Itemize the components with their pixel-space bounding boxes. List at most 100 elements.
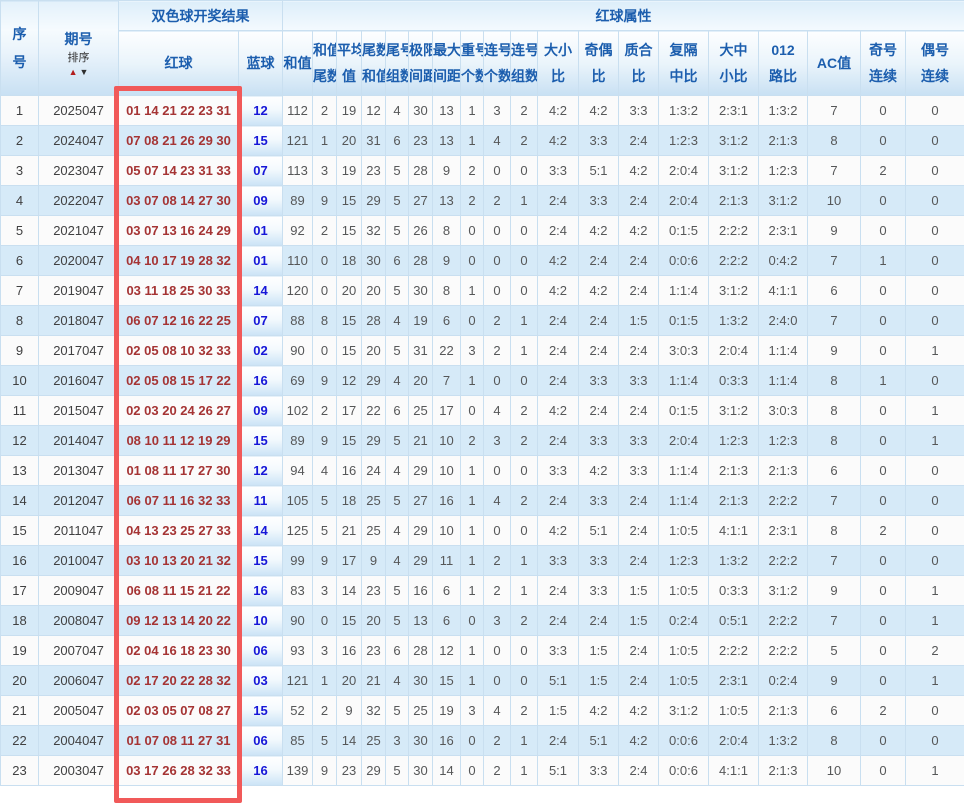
table-row: 2 2024047 07 08 21 26 29 30 15 121 1 20 31 6 23 13… bbox=[0, 125, 964, 156]
attr-cell: 4 bbox=[483, 695, 511, 726]
attr-cell: 27 bbox=[408, 185, 433, 216]
attr-cell: 6 bbox=[432, 575, 461, 606]
attr-cell: 9 bbox=[312, 425, 337, 456]
attr-cell: 6 bbox=[432, 605, 461, 636]
attr-cell: 94 bbox=[282, 455, 313, 486]
attr-column-header: AC值 bbox=[807, 30, 861, 96]
attr-cell: 2:4 bbox=[618, 755, 659, 786]
attr-cell: 1:2:3 bbox=[708, 425, 759, 456]
attr-cell: 3:1:2 bbox=[658, 695, 709, 726]
table-row: 18 2008047 09 12 13 14 20 22 10 90 0 15 20 5 13 6 0… bbox=[0, 605, 964, 636]
attr-cell: 0 bbox=[460, 245, 484, 276]
blue-ball-cell: 09 bbox=[238, 395, 283, 426]
attr-cell: 89 bbox=[282, 425, 313, 456]
attr-cell: 25 bbox=[408, 695, 433, 726]
table-row: 14 2012047 06 07 11 16 32 33 11 105 5 18 25 5 27 1… bbox=[0, 485, 964, 516]
attr-cell: 0 bbox=[312, 605, 337, 636]
attr-cell: 0 bbox=[860, 335, 906, 366]
attr-cell: 1:3:2 bbox=[658, 95, 709, 126]
attr-cell: 1 bbox=[460, 635, 484, 666]
attr-cell: 10 bbox=[432, 455, 461, 486]
attr-cell: 0 bbox=[460, 755, 484, 786]
attr-cell: 1 bbox=[510, 185, 538, 216]
blue-ball-cell: 02 bbox=[238, 335, 283, 366]
serial-cell: 8 bbox=[0, 305, 39, 336]
period-cell: 2017047 bbox=[38, 335, 119, 366]
table-row: 8 2018047 06 07 12 16 22 25 07 88 8 15 28 4 19 6 0 2… bbox=[0, 305, 964, 336]
attr-cell: 2 bbox=[483, 545, 511, 576]
sort-ascending-icon[interactable]: ▲ bbox=[68, 67, 79, 78]
sort-descending-icon[interactable]: ▼ bbox=[79, 67, 90, 78]
attr-cell: 1 bbox=[460, 545, 484, 576]
attr-cell: 2:1:3 bbox=[758, 755, 808, 786]
attr-cell: 23 bbox=[361, 635, 386, 666]
attr-column-header: 最大 间距 bbox=[432, 30, 461, 96]
attr-cell: 0:1:5 bbox=[658, 305, 709, 336]
attr-cell: 3:1:2 bbox=[758, 185, 808, 216]
table-row: 16 2010047 03 10 13 20 21 32 15 99 9 17 9 4 29 11 1… bbox=[0, 545, 964, 576]
red-balls-cell: 05 07 14 23 31 33 bbox=[118, 155, 239, 186]
attr-cell: 1 bbox=[905, 575, 964, 606]
attr-cell: 4 bbox=[385, 365, 409, 396]
attr-cell: 2:4 bbox=[578, 335, 619, 366]
attr-cell: 21 bbox=[361, 665, 386, 696]
attr-cell: 12 bbox=[336, 365, 362, 396]
attr-cell: 52 bbox=[282, 695, 313, 726]
attr-cell: 1 bbox=[460, 485, 484, 516]
red-balls-cell: 02 03 20 24 26 27 bbox=[118, 395, 239, 426]
attr-cell: 2 bbox=[510, 95, 538, 126]
attr-cell: 6 bbox=[385, 635, 409, 666]
attr-cell: 30 bbox=[361, 245, 386, 276]
attr-column-header: 和值尾数 bbox=[312, 30, 337, 96]
table-row: 9 2017047 02 05 08 10 32 33 02 90 0 15 20 5 31 22 3… bbox=[0, 335, 964, 366]
attr-cell: 1 bbox=[510, 545, 538, 576]
attr-cell: 3:3 bbox=[578, 545, 619, 576]
attr-cell: 0 bbox=[483, 635, 511, 666]
attr-cell: 2:1:3 bbox=[758, 125, 808, 156]
blue-ball-cell: 15 bbox=[238, 425, 283, 456]
attr-cell: 3:3 bbox=[618, 455, 659, 486]
blue-ball-cell: 15 bbox=[238, 125, 283, 156]
period-cell: 2021047 bbox=[38, 215, 119, 246]
attr-cell: 0 bbox=[510, 455, 538, 486]
attr-cell: 1 bbox=[905, 395, 964, 426]
serial-cell: 3 bbox=[0, 155, 39, 186]
red-balls-column-header: 红球 bbox=[118, 30, 239, 96]
attr-cell: 3:3 bbox=[578, 485, 619, 516]
attr-cell: 20 bbox=[336, 275, 362, 306]
attr-cell: 3:3 bbox=[537, 155, 579, 186]
attr-cell: 9 bbox=[432, 155, 461, 186]
attr-cell: 12 bbox=[432, 635, 461, 666]
period-cell: 2023047 bbox=[38, 155, 119, 186]
attr-cell: 12 bbox=[361, 95, 386, 126]
attr-cell: 1 bbox=[510, 305, 538, 336]
attr-cell: 3:3 bbox=[618, 425, 659, 456]
attr-cell: 0 bbox=[905, 545, 964, 576]
attr-cell: 4 bbox=[385, 455, 409, 486]
attr-cell: 0 bbox=[905, 215, 964, 246]
attr-cell: 5 bbox=[312, 725, 337, 756]
table-row: 20 2006047 02 17 20 22 28 32 03 121 1 20 21 4 30 1… bbox=[0, 665, 964, 696]
attr-cell: 13 bbox=[432, 95, 461, 126]
attr-cell: 2 bbox=[510, 425, 538, 456]
attr-cell: 13 bbox=[408, 605, 433, 636]
serial-cell: 20 bbox=[0, 665, 39, 696]
red-balls-cell: 01 14 21 22 23 31 bbox=[118, 95, 239, 126]
attr-cell: 9 bbox=[807, 575, 861, 606]
attr-cell: 2:0:4 bbox=[658, 425, 709, 456]
red-balls-cell: 02 04 16 18 23 30 bbox=[118, 635, 239, 666]
serial-cell: 2 bbox=[0, 125, 39, 156]
attr-cell: 88 bbox=[282, 305, 313, 336]
period-cell: 2010047 bbox=[38, 545, 119, 576]
attr-cell: 4 bbox=[385, 515, 409, 546]
attr-cell: 15 bbox=[336, 335, 362, 366]
attr-cell: 3:1:2 bbox=[708, 125, 759, 156]
attr-cell: 7 bbox=[807, 545, 861, 576]
red-balls-cell: 03 17 26 28 32 33 bbox=[118, 755, 239, 786]
attr-cell: 4:2 bbox=[578, 95, 619, 126]
table-row: 23 2003047 03 17 26 28 32 33 16 139 9 23 29 5 30 1… bbox=[0, 755, 964, 786]
attr-cell: 1 bbox=[460, 515, 484, 546]
attr-cell: 20 bbox=[361, 605, 386, 636]
attr-cell: 0 bbox=[483, 245, 511, 276]
attr-cell: 21 bbox=[408, 425, 433, 456]
